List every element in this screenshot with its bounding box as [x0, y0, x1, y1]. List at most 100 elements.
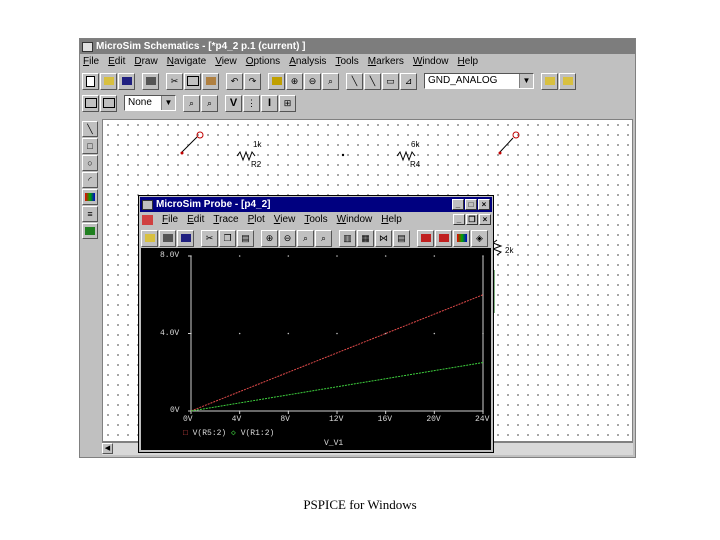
menu-analysis[interactable]: Analysis [289, 54, 326, 70]
part-combo[interactable]: GND_ANALOG ▼ [424, 73, 534, 89]
zoom-area-icon[interactable]: ⌕ [322, 72, 339, 90]
cursor-peak-icon[interactable] [435, 229, 452, 247]
probe-print-icon[interactable] [159, 229, 176, 247]
probe-menubar: File Edit Trace Plot View Tools Window H… [139, 212, 493, 228]
zoom-out-icon[interactable]: ⊖ [304, 72, 321, 90]
mark-label-icon[interactable] [453, 229, 470, 247]
probe-copy-icon[interactable]: ❐ [219, 229, 236, 247]
probe-window-icon[interactable] [100, 94, 117, 112]
arc-icon[interactable]: ◜ [82, 172, 98, 188]
x-tick-label: 4V [231, 415, 242, 424]
bias-display-icon[interactable]: ⊞ [279, 94, 296, 112]
menu-edit[interactable]: Edit [108, 54, 125, 70]
grid-dot [238, 332, 241, 335]
probe-doc-icon[interactable] [142, 215, 153, 225]
probe-zoom-out-icon[interactable]: ⊖ [279, 229, 296, 247]
menu-navigate[interactable]: Navigate [167, 54, 206, 70]
menu-help[interactable]: Help [458, 54, 479, 70]
probe-menu-edit[interactable]: Edit [187, 212, 204, 228]
add-trace-icon[interactable]: ▤ [393, 229, 410, 247]
minimize-icon[interactable]: _ [452, 199, 464, 210]
close-icon[interactable]: × [478, 199, 490, 210]
probe-menu-window[interactable]: Window [337, 212, 373, 228]
probe-plot-area[interactable]: 0V 4.0V 8.0V 0V 4V 8V 12V 16V 20V 24V □ V(R5:2… [141, 248, 491, 450]
probe-titlebar[interactable]: MicroSim Probe - [p4_2] _ □ × [140, 197, 492, 212]
redo-icon[interactable]: ↷ [244, 72, 261, 90]
secondary-toolbar: None ▼ ⌕ ⌕ V ⋮ I ⊞ [80, 92, 635, 114]
performance-icon[interactable]: ⋈ [375, 229, 392, 247]
schematics-titlebar[interactable]: MicroSim Schematics - [*p4_2 p.1 (curren… [80, 39, 635, 54]
voltage-source-marker-left[interactable] [180, 131, 204, 155]
voltage-source-marker-right[interactable] [498, 131, 520, 155]
probe-cut-icon[interactable]: ✂ [201, 229, 218, 247]
probe-paste-icon[interactable]: ▤ [237, 229, 254, 247]
schematic-window-icon[interactable] [82, 94, 99, 112]
probe-menu-file[interactable]: File [162, 212, 178, 228]
menu-draw[interactable]: Draw [134, 54, 157, 70]
rectangle-icon[interactable]: □ [82, 138, 98, 154]
doc-close-icon[interactable]: × [479, 214, 491, 225]
menu-file[interactable]: File [83, 54, 99, 70]
menu-markers[interactable]: Markers [368, 54, 404, 70]
probe-menu-tools[interactable]: Tools [304, 212, 327, 228]
menu-options[interactable]: Options [246, 54, 280, 70]
name-combo[interactable]: None ▼ [124, 95, 176, 111]
draw-wire-icon[interactable]: ╲ [346, 72, 363, 90]
edit-symbol-icon[interactable] [559, 72, 576, 90]
maximize-icon[interactable]: □ [465, 199, 477, 210]
scroll-left-icon[interactable]: ◀ [102, 443, 113, 454]
current-marker-button[interactable]: I [261, 94, 278, 112]
probe-zoom-in-icon[interactable]: ⊕ [261, 229, 278, 247]
circle-icon[interactable]: ○ [82, 155, 98, 171]
log-x-icon[interactable]: ▥ [339, 229, 356, 247]
image-icon[interactable] [82, 223, 98, 239]
color-palette-icon[interactable] [82, 189, 98, 205]
resistor-r2[interactable] [236, 150, 256, 162]
print-icon[interactable] [142, 72, 159, 90]
probe-toolbar: ✂ ❐ ▤ ⊕ ⊖ ⌕ ⌕ ▥ ▦ ⋈ ▤ ◈ [139, 228, 493, 248]
get-part-icon[interactable]: ⊿ [400, 72, 417, 90]
probe-menu-help[interactable]: Help [381, 212, 402, 228]
probe-menu-trace[interactable]: Trace [213, 212, 238, 228]
probe-open-icon[interactable] [141, 229, 158, 247]
probe-app-icon[interactable] [142, 199, 153, 210]
voltage-marker-button[interactable]: V [225, 94, 242, 112]
doc-minimize-icon[interactable]: _ [453, 214, 465, 225]
probe-zoom-fit-icon[interactable]: ⌕ [315, 229, 332, 247]
chevron-down-icon[interactable]: ▼ [161, 96, 175, 110]
probe-zoom-area-icon[interactable]: ⌕ [297, 229, 314, 247]
probe-save-icon[interactable] [177, 229, 194, 247]
grid-dot [336, 255, 338, 257]
zoom-icon[interactable]: ⌕ [201, 94, 218, 112]
paste-icon[interactable] [202, 72, 219, 90]
chevron-down-icon[interactable]: ▼ [519, 74, 533, 88]
undo-icon[interactable]: ↶ [226, 72, 243, 90]
resistor-r4[interactable] [396, 150, 416, 162]
draw-bus-icon[interactable]: ╲ [364, 72, 381, 90]
schematics-app-icon[interactable] [82, 41, 93, 52]
x-tick-label: 20V [426, 415, 441, 424]
menu-view[interactable]: View [215, 54, 237, 70]
doc-restore-icon[interactable]: ❐ [466, 214, 478, 225]
line-icon[interactable]: ╲ [82, 121, 98, 137]
probe-menu-plot[interactable]: Plot [248, 212, 265, 228]
redraw-icon[interactable] [268, 72, 285, 90]
resistor-r5[interactable] [491, 239, 503, 256]
find-icon[interactable]: ⌕ [183, 94, 200, 112]
mark-data-icon[interactable]: ◈ [471, 229, 488, 247]
vdiff-marker-icon[interactable]: ⋮ [243, 94, 260, 112]
zoom-in-icon[interactable]: ⊕ [286, 72, 303, 90]
menu-window[interactable]: Window [413, 54, 449, 70]
edit-attributes-icon[interactable] [541, 72, 558, 90]
save-icon[interactable] [118, 72, 135, 90]
fourier-icon[interactable]: ▦ [357, 229, 374, 247]
open-icon[interactable] [100, 72, 117, 90]
menu-tools[interactable]: Tools [335, 54, 358, 70]
new-icon[interactable] [82, 72, 99, 90]
cut-icon[interactable]: ✂ [166, 72, 183, 90]
text-box-icon[interactable]: ≡ [82, 206, 98, 222]
cursor-icon[interactable] [417, 229, 434, 247]
draw-block-icon[interactable]: ▭ [382, 72, 399, 90]
copy-icon[interactable] [184, 72, 201, 90]
probe-menu-view[interactable]: View [274, 212, 296, 228]
